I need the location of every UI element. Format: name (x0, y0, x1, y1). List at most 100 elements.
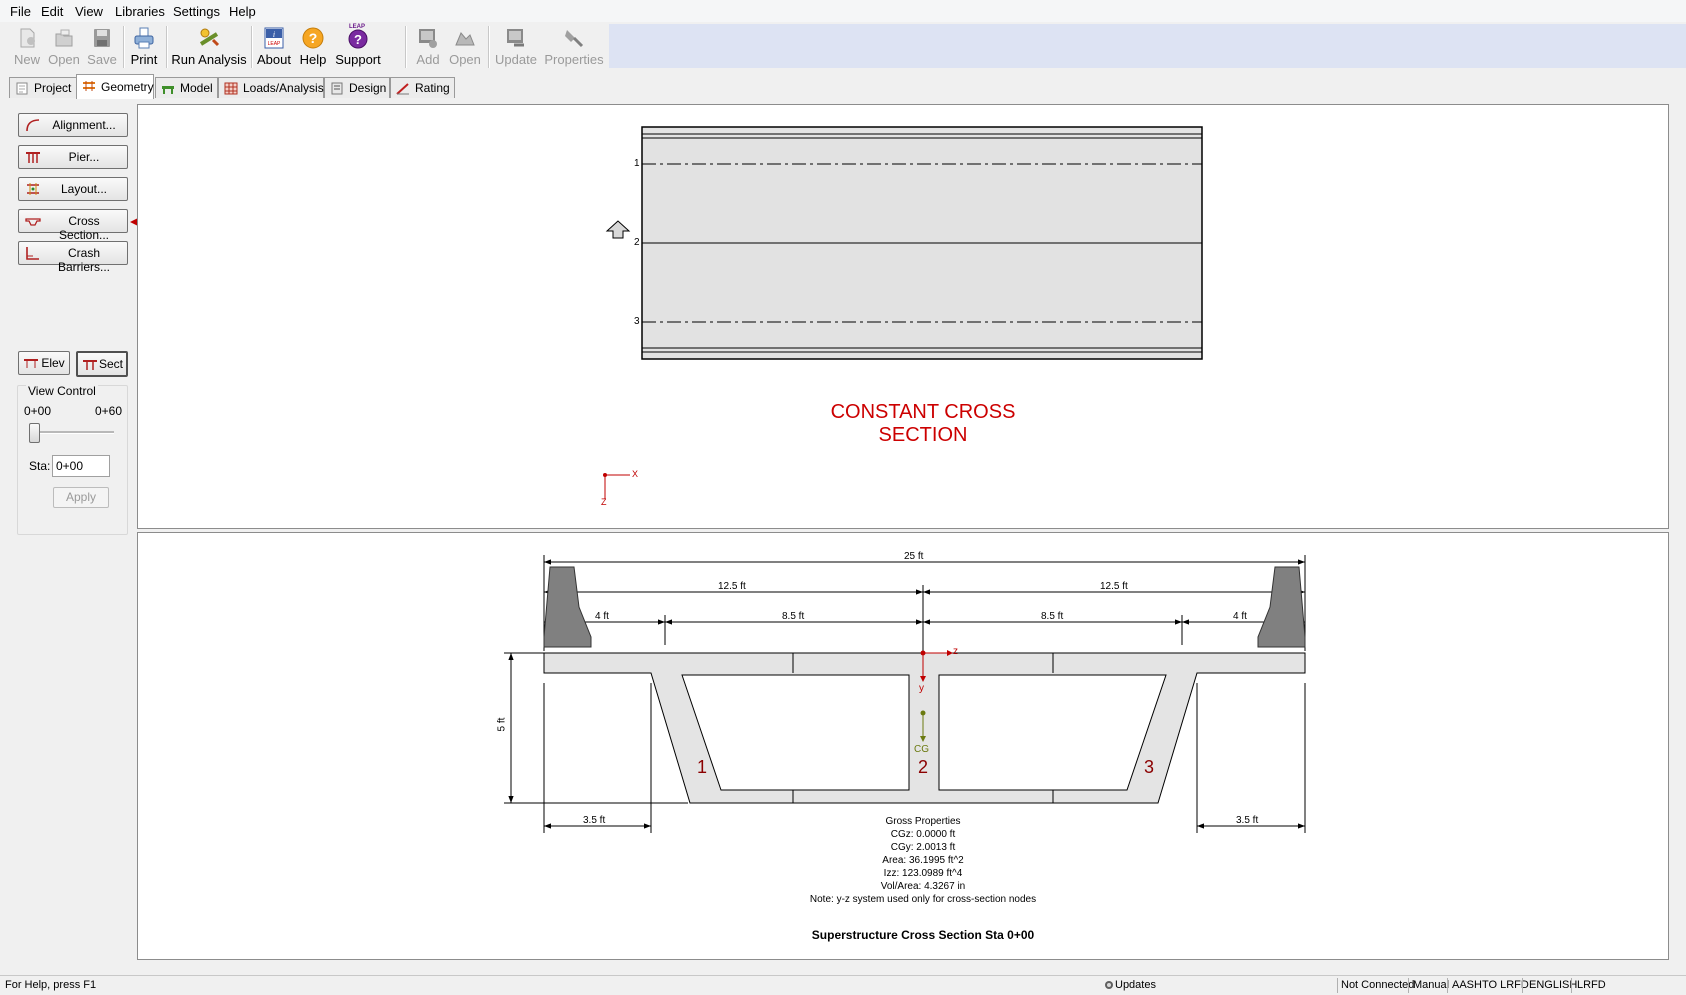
menu-settings[interactable]: Settings (173, 4, 220, 19)
web-label-1: 1 (697, 757, 708, 777)
toolbar-empty-area (609, 24, 1686, 68)
tab-geometry[interactable]: Geometry (76, 74, 154, 99)
menu-view[interactable]: View (75, 4, 103, 19)
toolbar-separator (166, 26, 168, 68)
gross-properties-title: Gross Properties (885, 816, 961, 827)
menu-help[interactable]: Help (229, 4, 256, 19)
dim-left-85-label: 8.5 ft (782, 611, 805, 622)
design-icon (331, 82, 343, 95)
layout-button[interactable]: Layout... (18, 177, 128, 201)
model-icon (162, 86, 174, 94)
update-icon (507, 29, 524, 47)
properties-button[interactable]: Properties (544, 24, 604, 70)
axis-origin-icon (603, 473, 607, 477)
tab-project[interactable]: Project (9, 77, 77, 98)
apply-button[interactable]: Apply (53, 487, 109, 508)
print-button[interactable]: Print (127, 24, 161, 70)
run-analysis-icon (199, 28, 220, 47)
status-divider (1522, 978, 1523, 993)
tab-loads-analysis[interactable]: Loads/Analysis (218, 77, 324, 98)
station-max-label: 0+60 (95, 404, 123, 418)
gross-properties-block: Gross Properties CGz: 0.0000 ft CGy: 2.0… (723, 815, 1123, 906)
save-icon (94, 29, 110, 47)
dim-overhang-left-label: 3.5 ft (583, 815, 606, 826)
dim-total-label: 25 ft (904, 551, 924, 562)
crash-barrier-icon (26, 247, 39, 260)
menu-file[interactable]: File (10, 4, 31, 19)
station-slider-thumb[interactable] (29, 423, 40, 443)
run-analysis-button[interactable]: Run Analysis (170, 24, 248, 70)
cross-section-icon (25, 218, 41, 226)
girder-label-3: 3 (634, 316, 640, 327)
girder-label-2: 2 (634, 237, 640, 248)
tab-model[interactable]: Model (155, 77, 218, 98)
support-button[interactable]: LEAP ? Support (334, 24, 382, 70)
dim-right-4-label: 4 ft (1233, 611, 1247, 622)
prop-area: Area: 36.1995 ft^2 (882, 855, 964, 866)
constant-section-caption: CONSTANT CROSS SECTION (830, 401, 1016, 446)
pier-button[interactable]: Pier... (18, 145, 128, 169)
tab-bar: Project Geometry Model Loads/Analysis De… (0, 74, 1686, 99)
svg-text:i: i (273, 30, 275, 39)
cross-section-title: Superstructure Cross Section Sta 0+00 (811, 928, 1035, 942)
dim-right-85-label: 8.5 ft (1041, 611, 1064, 622)
project-icon (16, 82, 28, 95)
status-updates[interactable]: Updates (1115, 979, 1156, 991)
dim-half-left-label: 12.5 ft (718, 581, 746, 592)
svg-text:LEAP: LEAP (268, 41, 281, 47)
section-axis-z-label: z (953, 646, 958, 657)
add-icon (419, 29, 437, 48)
cross-section-pane: 25 ft 12.5 ft 12.5 ft 4 ft 8.5 ft 8.5 ft… (137, 532, 1669, 960)
section-view-button[interactable]: Sect (76, 351, 128, 377)
plan-view-pane: 1 2 3 CONSTANT CROSS SECTION X Z (137, 104, 1669, 529)
menu-libraries[interactable]: Libraries (115, 4, 165, 19)
station-min-label: 0+00 (24, 404, 52, 418)
update-button[interactable]: Update (494, 24, 538, 70)
section-origin-icon (920, 650, 926, 656)
tab-design[interactable]: Design (324, 77, 390, 98)
toolbar-separator (488, 26, 490, 68)
leap-badge: LEAP (349, 24, 366, 30)
status-connection: Not Connected (1341, 979, 1415, 991)
help-button[interactable]: ? Help (298, 24, 328, 70)
alignment-icon (26, 119, 40, 132)
crash-barriers-button[interactable]: Crash Barriers... (18, 241, 128, 274)
menu-edit[interactable]: Edit (41, 4, 63, 19)
tab-rating[interactable]: Rating (390, 77, 455, 98)
cg-label: CG (914, 744, 929, 755)
geometry-icon (83, 81, 95, 91)
open-model-button[interactable]: Open (447, 24, 483, 70)
dim-half-right-label: 12.5 ft (1100, 581, 1128, 592)
alignment-button[interactable]: Alignment... (18, 113, 128, 137)
about-button[interactable]: i LEAP About (255, 24, 293, 70)
save-button[interactable]: Save (86, 24, 118, 70)
status-method: LRFD (1577, 979, 1606, 991)
status-divider (1408, 978, 1409, 993)
station-label: Sta: (29, 459, 51, 473)
add-button[interactable]: Add (412, 24, 444, 70)
station-slider-track[interactable] (30, 431, 114, 434)
new-button[interactable]: New (11, 24, 43, 70)
about-icon: i LEAP (264, 27, 284, 49)
open-button[interactable]: Open (46, 24, 82, 70)
elevation-icon (24, 359, 38, 368)
status-divider (1337, 978, 1338, 993)
status-mode: Manual (1413, 979, 1450, 991)
open-icon (55, 29, 73, 47)
status-bar: For Help, press F1 Updates Not Connected… (0, 975, 1686, 995)
elevation-view-button[interactable]: Elev (18, 351, 70, 375)
help-icon: ? (302, 27, 324, 49)
station-input[interactable]: 0+00 (52, 455, 110, 477)
properties-icon (565, 30, 584, 48)
cross-section-button[interactable]: Cross Section... (18, 209, 128, 242)
toolbar-separator (251, 26, 253, 68)
prop-cgy: CGy: 2.0013 ft (890, 842, 956, 853)
barrier-right (1257, 566, 1306, 648)
prop-cgz: CGz: 0.0000 ft (890, 829, 956, 840)
status-help-text: For Help, press F1 (5, 979, 97, 991)
rating-icon (396, 83, 409, 95)
loads-analysis-icon (224, 82, 238, 95)
prop-vol-area: Vol/Area: 4.3267 in (880, 881, 966, 892)
svg-text:?: ? (309, 30, 318, 46)
section-axis-y-label: y (919, 683, 924, 694)
